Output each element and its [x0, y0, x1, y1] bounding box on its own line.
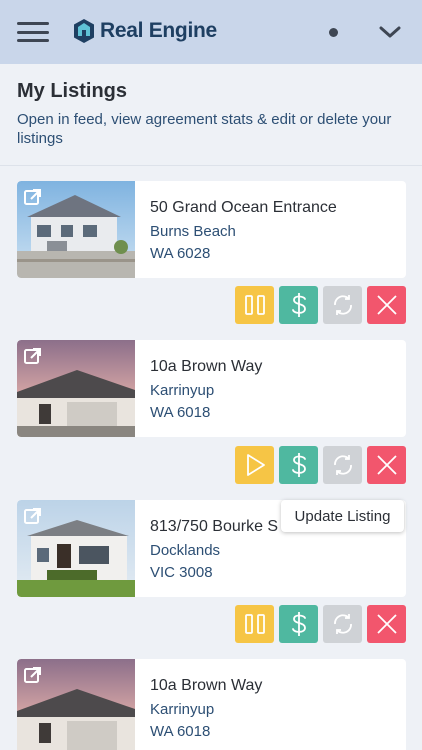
refresh-icon — [333, 455, 352, 475]
open-external-icon[interactable] — [24, 347, 42, 365]
listing-state-postcode: VIC 3008 — [150, 564, 213, 581]
play-button[interactable] — [235, 446, 274, 484]
close-icon — [376, 455, 397, 475]
brand-logo: Real Engine — [72, 18, 217, 44]
listing-suburb: Karrinyup — [150, 701, 215, 718]
update-listing-tooltip: Update Listing — [281, 500, 404, 532]
pause-icon — [244, 295, 265, 315]
listing-suburb: Karrinyup — [150, 382, 215, 399]
top-app-bar: Real Engine — [0, 0, 422, 64]
refresh-icon — [333, 295, 352, 315]
listing-address: 50 Grand Ocean Entrance — [150, 199, 337, 216]
hamburger-menu-icon[interactable] — [17, 22, 49, 42]
dollar-icon — [291, 453, 306, 477]
update-listing-button[interactable] — [323, 446, 362, 484]
open-external-icon[interactable] — [24, 666, 42, 684]
pause-icon — [244, 614, 265, 634]
listing-card[interactable]: 10a Brown Way Karrinyup WA 6018 — [17, 659, 406, 750]
delete-button[interactable] — [367, 286, 406, 324]
agreement-stats-button[interactable] — [279, 446, 318, 484]
open-external-icon[interactable] — [24, 507, 42, 525]
refresh-icon — [333, 614, 352, 634]
close-icon — [376, 614, 397, 634]
update-listing-button[interactable] — [323, 605, 362, 643]
listing-photo[interactable] — [17, 659, 135, 750]
listing-suburb: Docklands — [150, 542, 221, 559]
delete-button[interactable] — [367, 446, 406, 484]
listing-state-postcode: WA 6018 — [150, 404, 211, 421]
listing-address: 813/750 Bourke S — [150, 518, 279, 535]
dollar-icon — [291, 293, 306, 317]
listing-card[interactable]: 10a Brown Way Karrinyup WA 6018 — [17, 340, 406, 437]
close-icon — [376, 295, 397, 315]
open-external-icon[interactable] — [24, 188, 42, 206]
chevron-down-icon[interactable] — [378, 22, 402, 42]
listing-actions — [235, 446, 406, 484]
page-header: My Listings Open in feed, view agreement… — [0, 64, 422, 166]
listing-address: 10a Brown Way — [150, 677, 263, 694]
agreement-stats-button[interactable] — [279, 286, 318, 324]
pause-button[interactable] — [235, 286, 274, 324]
listing-card[interactable]: 50 Grand Ocean Entrance Burns Beach WA 6… — [17, 181, 406, 278]
listing-state-postcode: WA 6018 — [150, 723, 211, 740]
listing-address: 10a Brown Way — [150, 358, 263, 375]
play-icon — [246, 454, 265, 476]
listing-photo[interactable] — [17, 500, 135, 597]
brand-name: Real Engine — [100, 19, 217, 42]
delete-button[interactable] — [367, 605, 406, 643]
listing-photo[interactable] — [17, 181, 135, 278]
dollar-icon — [291, 612, 306, 636]
agreement-stats-button[interactable] — [279, 605, 318, 643]
listing-photo[interactable] — [17, 340, 135, 437]
update-listing-button[interactable] — [323, 286, 362, 324]
pause-button[interactable] — [235, 605, 274, 643]
notification-dot-icon[interactable] — [329, 28, 338, 37]
house-gear-icon — [74, 19, 94, 43]
listing-suburb: Burns Beach — [150, 223, 236, 240]
page-subtitle: Open in feed, view agreement stats & edi… — [17, 111, 392, 147]
page-title: My Listings — [17, 80, 128, 102]
listing-actions — [235, 286, 406, 324]
listing-state-postcode: WA 6028 — [150, 245, 211, 262]
listing-actions — [235, 605, 406, 643]
